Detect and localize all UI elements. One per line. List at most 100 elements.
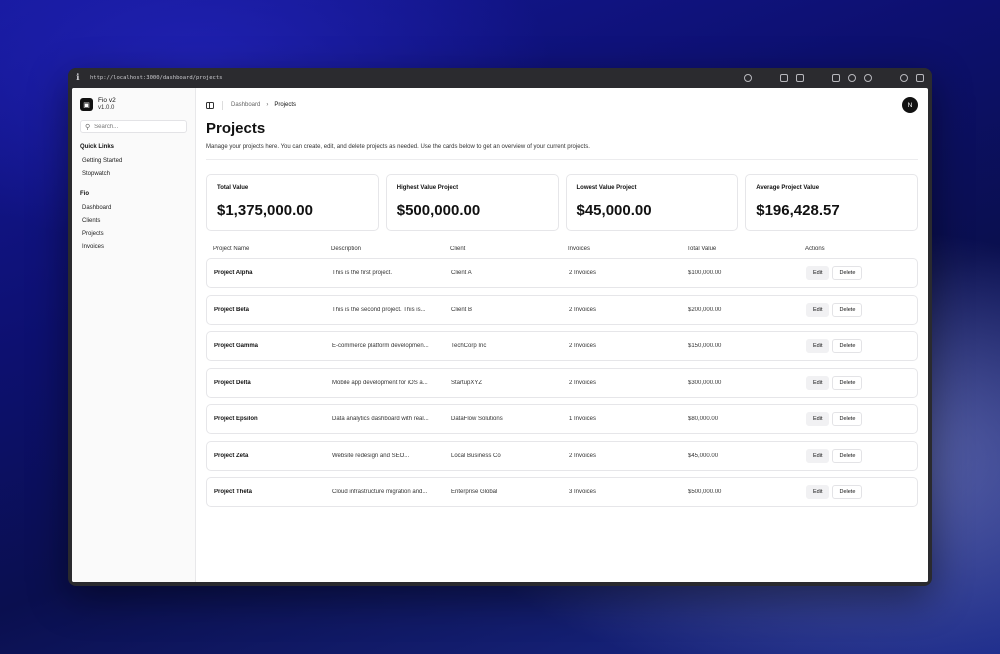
column-header-project-name: Project Name — [213, 246, 250, 252]
card-value: $196,428.57 — [756, 202, 840, 219]
project-total-value: $45,000.00 — [688, 452, 719, 459]
edit-button[interactable]: Edit — [806, 266, 830, 280]
delete-button[interactable]: Delete — [832, 339, 863, 353]
settings-icon[interactable] — [848, 74, 856, 82]
delete-button[interactable]: Delete — [832, 302, 863, 317]
project-description: E-commerce platform developmen... — [332, 343, 429, 349]
project-total-value: $500,000.00 — [688, 489, 722, 495]
edit-button[interactable]: Edit — [806, 375, 830, 390]
card-label: Lowest Value Project — [576, 185, 637, 191]
card-label: Average Project Value — [756, 185, 820, 191]
column-header-invoices: Invoices — [568, 246, 591, 252]
project-total-value: $100,000.00 — [688, 270, 722, 276]
brand[interactable]: ▣ Fio v2 v1.0.0 — [80, 97, 187, 112]
breadcrumb: Dashboard › Projects — [231, 102, 296, 108]
target-icon[interactable] — [864, 74, 872, 82]
split-view-icon[interactable] — [916, 74, 924, 82]
page-title: Projects — [206, 120, 266, 137]
delete-button[interactable]: Delete — [832, 375, 863, 390]
sidebar-item-dashboard[interactable]: Dashboard — [80, 201, 187, 214]
reader-icon[interactable] — [780, 74, 788, 82]
sidebar-item-projects[interactable]: Projects — [80, 227, 187, 240]
search-box: ⚲ — [80, 120, 187, 134]
project-client: StartupXYZ — [451, 379, 483, 386]
project-total-value: $150,000.00 — [688, 343, 722, 349]
chevron-right-icon: › — [266, 102, 269, 108]
sidebar: ▣ Fio v2 v1.0.0 ⚲ Quick Links Getting St… — [72, 88, 196, 582]
project-invoices: 2 Invoices — [569, 270, 597, 276]
column-header-client: Client — [450, 246, 466, 252]
camera-icon[interactable] — [796, 74, 804, 82]
stat-card-highest-value: Highest Value Project $500,000.00 — [385, 174, 559, 231]
delete-button[interactable]: Delete — [832, 485, 863, 499]
stats-cards: Total Value $1,375,000.00 Highest Value … — [206, 174, 918, 231]
breadcrumb-dashboard[interactable]: Dashboard — [231, 102, 260, 108]
project-invoices: 2 Invoices — [569, 343, 597, 349]
avatar[interactable]: N — [902, 97, 918, 113]
table-header: Project Name Description Client Invoices… — [206, 240, 918, 258]
project-client: Enterprise Global — [451, 489, 498, 495]
table-row: Project Alpha This is the first project.… — [206, 258, 918, 288]
edit-button[interactable]: Edit — [806, 339, 830, 353]
edit-button[interactable]: Edit — [806, 302, 830, 317]
project-invoices: 2 Invoices — [569, 452, 597, 459]
row-actions: Edit Delete — [806, 375, 910, 390]
delete-button[interactable]: Delete — [832, 448, 863, 463]
project-client: DataFlow Solutions — [451, 416, 503, 422]
project-invoices: 1 Invoices — [569, 416, 597, 422]
project-name: Project Theta — [214, 489, 253, 495]
project-name: Project Epsilon — [214, 416, 258, 422]
stat-card-total-value: Total Value $1,375,000.00 — [206, 174, 379, 231]
row-actions: Edit Delete — [806, 266, 910, 280]
page-description: Manage your projects here. You can creat… — [206, 144, 918, 160]
nav-group-quick-links: Quick Links — [80, 144, 115, 151]
project-client: Client A — [451, 270, 472, 276]
main-content: Dashboard › Projects N Projects Manage y… — [196, 88, 928, 582]
sidebar-toggle-icon[interactable] — [206, 101, 214, 109]
browser-window: ℹ http://localhost:3000/dashboard/projec… — [68, 68, 932, 586]
search-icon: ⚲ — [85, 122, 91, 131]
address-bar[interactable]: http://localhost:3000/dashboard/projects — [90, 75, 222, 81]
project-total-value: $200,000.00 — [688, 306, 722, 313]
app-name: Fio v2 — [98, 97, 116, 104]
edit-button[interactable]: Edit — [806, 412, 830, 426]
card-value: $1,375,000.00 — [217, 202, 313, 219]
info-icon[interactable]: ℹ — [76, 73, 88, 83]
delete-button[interactable]: Delete — [832, 266, 863, 280]
row-actions: Edit Delete — [806, 302, 910, 317]
project-description: This is the second project. This is... — [332, 306, 426, 313]
projects-table-body: Project Alpha This is the first project.… — [206, 258, 918, 507]
app-logo-icon: ▣ — [80, 98, 93, 112]
delete-button[interactable]: Delete — [832, 412, 863, 426]
edit-button[interactable]: Edit — [806, 485, 830, 499]
link-icon[interactable] — [744, 74, 752, 82]
column-header-total-value: Total Value — [687, 246, 717, 252]
sidebar-item-clients[interactable]: Clients — [80, 214, 187, 227]
project-description: Data analytics dashboard with real... — [332, 416, 429, 422]
topbar: Dashboard › Projects N — [206, 97, 918, 113]
stat-card-average-value: Average Project Value $196,428.57 — [745, 174, 918, 231]
project-name: Project Gamma — [214, 343, 259, 349]
search-input[interactable] — [94, 123, 175, 130]
project-invoices: 2 Invoices — [569, 379, 597, 386]
project-total-value: $300,000.00 — [688, 379, 722, 386]
project-client: Client B — [451, 306, 473, 313]
sidebar-toggle-icon[interactable] — [832, 74, 840, 82]
table-row: Project Beta This is the second project.… — [206, 294, 918, 325]
table-row: Project Zeta Website redesign and SEO...… — [206, 440, 918, 471]
extension-icon[interactable] — [900, 74, 908, 82]
sidebar-item-invoices[interactable]: Invoices — [80, 240, 187, 253]
table-row: Project Theta Cloud infrastructure migra… — [206, 477, 918, 507]
project-invoices: 3 Invoices — [569, 489, 597, 495]
project-name: Project Zeta — [214, 452, 249, 459]
project-name: Project Delta — [214, 379, 251, 386]
table-row: Project Epsilon Data analytics dashboard… — [206, 404, 918, 434]
row-actions: Edit Delete — [806, 448, 910, 463]
edit-button[interactable]: Edit — [806, 448, 830, 463]
table-row: Project Gamma E-commerce platform develo… — [206, 331, 918, 361]
project-description: Mobile app development for iOS a... — [332, 379, 428, 386]
sidebar-item-getting-started[interactable]: Getting Started — [80, 154, 187, 167]
project-description: This is the first project. — [332, 270, 393, 276]
card-value: $500,000.00 — [396, 202, 481, 219]
sidebar-item-stopwatch[interactable]: Stopwatch — [80, 167, 187, 180]
